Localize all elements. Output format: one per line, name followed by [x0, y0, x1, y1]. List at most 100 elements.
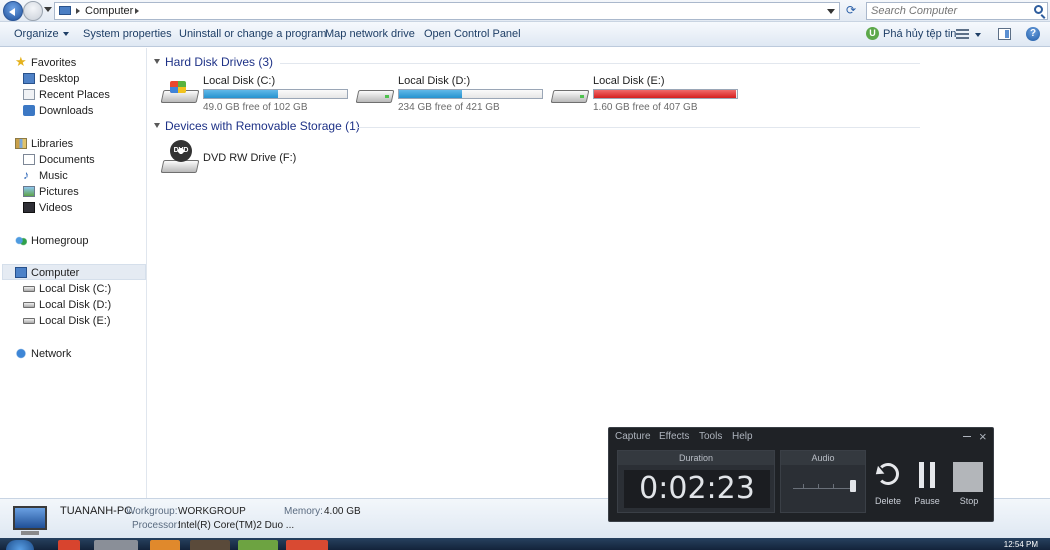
- organize-button[interactable]: Organize: [14, 28, 69, 40]
- hard-drive-icon: [23, 318, 35, 324]
- windows-drive-icon: [160, 81, 200, 105]
- change-view-icon[interactable]: [956, 29, 969, 40]
- audio-slider-tick: [833, 484, 834, 488]
- minimize-icon[interactable]: [963, 436, 971, 437]
- map-network-drive-button[interactable]: Map network drive: [325, 28, 415, 40]
- pause-label: Pause: [914, 496, 940, 506]
- hard-drive-icon: [355, 81, 395, 105]
- drive-led: [385, 95, 389, 98]
- drive-name: Local Disk (D:): [398, 75, 471, 87]
- drive-usage-bar: [398, 89, 543, 99]
- nav-desktop-label: Desktop: [39, 73, 80, 85]
- windows-logo-icon: [170, 81, 186, 93]
- group-hdd-label: Hard Disk Drives (3): [165, 55, 274, 69]
- nav-disk-e-label: Local Disk (E:): [39, 315, 111, 327]
- nav-documents-label: Documents: [39, 154, 95, 166]
- drive-usage-bar: [203, 89, 348, 99]
- drive-usage-fill: [594, 90, 737, 98]
- taskbar-app-icon[interactable]: [286, 540, 328, 550]
- taskbar-app-icon[interactable]: [238, 540, 278, 550]
- refresh-icon[interactable]: ⟳: [842, 2, 860, 20]
- duration-timer: 0:02:23: [624, 470, 770, 508]
- clock[interactable]: 12:54 PM: [1004, 540, 1038, 549]
- uninstaller-button[interactable]: Phá hủy tệp tin: [883, 28, 956, 40]
- drive-dvd-rw-f[interactable]: DVD DVD RW Drive (F:): [160, 140, 348, 180]
- star-icon: ★: [15, 54, 27, 69]
- nav-homegroup-label: Homegroup: [31, 235, 89, 247]
- taskbar-app-icon[interactable]: [58, 540, 80, 550]
- memory-label: Memory:: [284, 506, 323, 517]
- drive-local-disk-d[interactable]: Local Disk (D:) 234 GB free of 421 GB: [355, 75, 543, 115]
- address-field[interactable]: Computer: [54, 2, 840, 20]
- delete-button[interactable]: Delete: [871, 462, 905, 510]
- audio-label: Audio: [781, 451, 865, 465]
- breadcrumb-chevron-icon[interactable]: [76, 8, 80, 14]
- address-dropdown-icon[interactable]: [827, 9, 835, 14]
- drive-name: Local Disk (E:): [593, 75, 665, 87]
- recorder-menu-capture[interactable]: Capture: [615, 431, 651, 442]
- help-icon[interactable]: ?: [1026, 27, 1040, 41]
- chevron-down-icon[interactable]: [975, 33, 981, 37]
- drive-local-disk-c[interactable]: Local Disk (C:) 49.0 GB free of 102 GB: [160, 75, 348, 115]
- nav-libraries-label: Libraries: [31, 138, 74, 150]
- breadcrumb-chevron-icon[interactable]: [135, 8, 139, 14]
- workgroup-value: WORKGROUP: [178, 506, 246, 517]
- back-button[interactable]: [3, 1, 23, 21]
- stop-button[interactable]: Stop: [952, 462, 986, 510]
- music-icon: ♪: [23, 168, 29, 182]
- nav-music-label: Music: [39, 170, 68, 182]
- search-icon[interactable]: [1034, 5, 1043, 14]
- dvd-drive-icon: DVD: [160, 140, 200, 176]
- drive-local-disk-e[interactable]: Local Disk (E:) 1.60 GB free of 407 GB: [550, 75, 738, 115]
- stop-icon: [953, 462, 983, 492]
- drive-usage-bar: [593, 89, 738, 99]
- uninstaller-icon[interactable]: U: [866, 27, 879, 40]
- breadcrumb-computer[interactable]: Computer: [85, 5, 133, 17]
- hard-drive-icon: [23, 302, 35, 308]
- system-properties-button[interactable]: System properties: [83, 28, 172, 40]
- chevron-down-icon: [62, 32, 69, 37]
- search-box[interactable]: [866, 2, 1048, 20]
- group-removable-label: Devices with Removable Storage (1): [165, 119, 360, 133]
- taskbar-app-icon[interactable]: [190, 540, 230, 550]
- recorder-menu-tools[interactable]: Tools: [699, 431, 722, 442]
- taskbar-app-icon[interactable]: [150, 540, 180, 550]
- collapse-icon[interactable]: [154, 123, 160, 128]
- processor-label: Processor:: [132, 520, 180, 531]
- recorder-menu-effects[interactable]: Effects: [659, 431, 689, 442]
- hard-drive-icon: [23, 286, 35, 292]
- drive-usage-fill: [204, 90, 279, 98]
- recent-places-icon: [23, 89, 35, 100]
- nav-videos-label: Videos: [39, 202, 73, 214]
- collapse-icon[interactable]: [154, 59, 160, 64]
- drive-free-space: 234 GB free of 421 GB: [398, 102, 500, 113]
- drive-led: [580, 95, 584, 98]
- forward-button[interactable]: [23, 1, 43, 21]
- audio-level-slider[interactable]: [793, 475, 859, 497]
- duration-panel: Duration 0:02:23: [617, 450, 775, 513]
- audio-slider-knob[interactable]: [850, 480, 856, 492]
- preview-pane-icon[interactable]: [998, 28, 1011, 40]
- desktop-icon: [23, 73, 35, 84]
- search-input[interactable]: [867, 3, 1027, 19]
- group-divider: [280, 63, 920, 64]
- nav-disk-d-label: Local Disk (D:): [39, 299, 112, 311]
- command-bar: Organize System properties Uninstall or …: [0, 22, 1050, 47]
- recent-pages-dropdown[interactable]: [44, 7, 52, 12]
- stop-label: Stop: [959, 496, 979, 506]
- taskbar-explorer-icon[interactable]: [94, 540, 138, 550]
- drive-name: DVD RW Drive (F:): [203, 152, 297, 164]
- start-button-icon[interactable]: [6, 540, 34, 550]
- audio-slider-tick: [818, 484, 819, 488]
- navigation-pane: ★ Favorites Desktop Recent Places Downlo…: [0, 48, 147, 498]
- recorder-menu-help[interactable]: Help: [732, 431, 753, 442]
- open-control-panel-button[interactable]: Open Control Panel: [424, 28, 521, 40]
- pause-button[interactable]: Pause: [910, 462, 944, 510]
- close-icon[interactable]: ×: [979, 429, 987, 444]
- drive-free-space: 1.60 GB free of 407 GB: [593, 102, 698, 113]
- uninstall-program-button[interactable]: Uninstall or change a program: [179, 28, 326, 40]
- explorer-window: Computer ⟳ Organize System properties Un…: [0, 0, 1050, 550]
- nav-disk-c-label: Local Disk (C:): [39, 283, 112, 295]
- drive-free-space: 49.0 GB free of 102 GB: [203, 102, 308, 113]
- computer-icon: [15, 267, 27, 278]
